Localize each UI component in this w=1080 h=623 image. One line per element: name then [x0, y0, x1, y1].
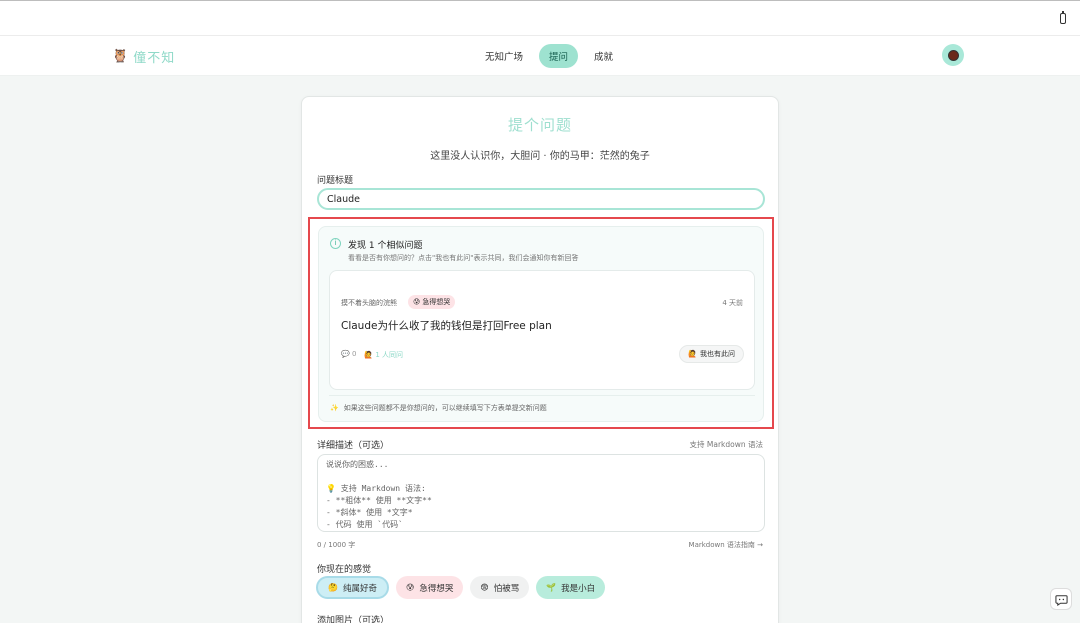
description-textarea[interactable]: 说说你的困惑... 💡 支持 Markdown 语法: - **粗体** 使用 …	[317, 454, 765, 532]
same-question-count: 🙋 1 人同问	[364, 351, 404, 359]
title-label: 问题标题	[317, 176, 354, 186]
logo-text: 僮不知	[133, 51, 176, 66]
seedling-icon: 🌱	[546, 583, 557, 592]
mood-option-label: 怕被骂	[493, 583, 520, 594]
comment-count: 💬 0	[341, 350, 357, 358]
logo[interactable]: 🦉 僮不知	[112, 47, 176, 67]
mood-option-curious[interactable]: 🤔 纯属好奇	[316, 576, 389, 599]
similar-heading: 发现 1 个相似问题	[348, 241, 423, 251]
mood-badge-label: 急得想哭	[422, 298, 451, 306]
nav-tabs: 无知广场 提问 成就	[475, 44, 623, 68]
image-upload-label: 添加图片（可选）	[317, 616, 390, 623]
similar-footer-text: 如果这些问题都不是你想问的，可以继续填写下方表单提交新问题	[343, 404, 547, 412]
mood-option-label: 纯属好奇	[342, 583, 377, 594]
tab-ask[interactable]: 提问	[539, 44, 579, 68]
mood-badge: 😰 急得想哭	[408, 295, 456, 309]
mood-option-newbie[interactable]: 🌱 我是小白	[536, 576, 606, 599]
raised-hand-icon: 🙋	[688, 350, 697, 358]
mood-label: 你现在的感觉	[317, 565, 372, 575]
mood-option-label: 急得想哭	[419, 583, 454, 594]
markdown-guide-link[interactable]: Markdown 语法指南 →	[689, 540, 763, 550]
fearful-face-icon: 😨	[480, 583, 489, 592]
chat-bubble-icon	[1054, 594, 1068, 606]
similar-footer: ✨ 如果这些问题都不是你想问的，可以继续填写下方表单提交新问题	[330, 403, 547, 413]
page-title: 提个问题	[507, 116, 572, 134]
tab-achievements[interactable]: 成就	[584, 44, 623, 68]
thinking-face-icon: 🤔	[328, 583, 338, 592]
avatar-image	[947, 49, 959, 61]
question-time: 4 天前	[722, 299, 743, 307]
owl-logo-icon: 🦉	[112, 48, 129, 64]
char-count: 0 / 1000 字	[317, 541, 356, 549]
divider	[329, 395, 755, 396]
anxious-face-icon: 😰	[405, 583, 415, 592]
anxious-face-icon: 😰	[413, 298, 421, 306]
similar-hint: 看看是否有你想问的？点击"我也有此问"表示共同，我们会通知你有新回答	[348, 254, 579, 262]
info-icon: i	[330, 238, 341, 249]
sparkle-icon: ✨	[330, 404, 339, 412]
avatar[interactable]	[942, 44, 964, 66]
ask-question-card: 提个问题 这里没人认识你，大胆问 · 你的马甲：茫然的兔子 问题标题 i 发现 …	[301, 96, 779, 623]
description-label: 详细描述（可选）	[317, 441, 390, 451]
question-stats: 💬 0 🙋 1 人同问	[341, 350, 403, 360]
mood-option-label: 我是小白	[561, 583, 596, 594]
title-input[interactable]	[317, 188, 765, 210]
similar-question-title[interactable]: Claude为什么收了我的钱但是打回Free plan	[341, 318, 552, 333]
tab-square[interactable]: 无知广场	[475, 44, 533, 68]
mood-option-anxious[interactable]: 😰 急得想哭	[395, 576, 464, 599]
me-too-label: 我也有此问	[700, 350, 735, 358]
navbar: 🦉 僮不知 无知广场 提问 成就	[0, 36, 1080, 76]
me-too-button[interactable]: 🙋 我也有此问	[679, 345, 744, 363]
battery-icon	[1060, 11, 1066, 24]
markdown-support-note: 支持 Markdown 语法	[689, 440, 764, 449]
page-subtitle: 这里没人认识你，大胆问 · 你的马甲：茫然的兔子	[430, 151, 650, 162]
mood-options: 🤔 纯属好奇 😰 急得想哭 😨 怕被骂 🌱 我是小白	[316, 576, 606, 599]
question-author: 摸不着头脑的浣熊	[341, 299, 397, 307]
chat-button[interactable]	[1050, 588, 1072, 610]
mood-option-afraid[interactable]: 😨 怕被骂	[470, 576, 530, 599]
browser-top-bar	[0, 0, 1080, 36]
similar-question-card[interactable]: 摸不着头脑的浣熊 😰 急得想哭 4 天前 Claude为什么收了我的钱但是打回F…	[329, 270, 755, 390]
similar-questions-panel: i 发现 1 个相似问题 看看是否有你想问的？点击"我也有此问"表示共同，我们会…	[318, 226, 764, 422]
